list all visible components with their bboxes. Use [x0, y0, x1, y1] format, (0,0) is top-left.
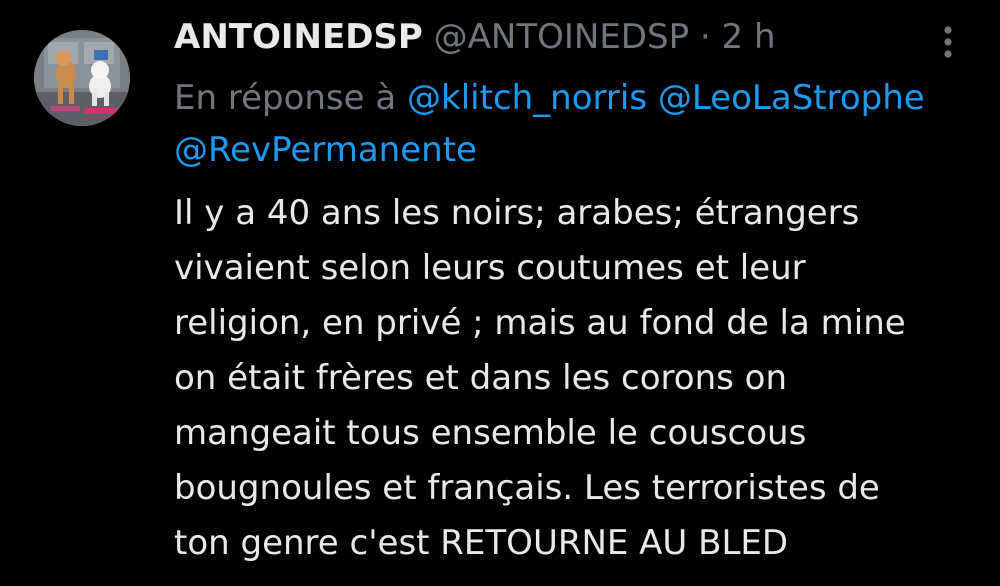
- tweet-text-line: religion, en privé ; mais au fond de la …: [174, 303, 906, 343]
- tweet-text-line: on était frères et dans les corons on: [174, 358, 787, 398]
- tweet-header: ANTOINEDSP @ANTOINEDSP · 2 h: [174, 14, 776, 60]
- tweet-text-line: mangeait tous ensemble le couscous: [174, 413, 807, 453]
- timestamp[interactable]: 2 h: [722, 17, 776, 57]
- reply-context-continued: @RevPermanente: [174, 124, 477, 176]
- tweet-text-line: bougnoules et français. Les terroristes …: [174, 468, 880, 508]
- avatar-photo: [34, 30, 130, 126]
- avatar[interactable]: [34, 30, 130, 126]
- tweet-body: Il y a 40 ans les noirs; arabes; étrange…: [174, 186, 984, 571]
- tweet-text-line: vivaient selon leurs coutumes et leur: [174, 248, 806, 288]
- mention-link[interactable]: @LeoLaStrophe: [658, 78, 925, 118]
- reply-prefix: En réponse à: [174, 78, 397, 118]
- reply-context: En réponse à @klitch_norris @LeoLaStroph…: [174, 72, 1000, 124]
- more-vertical-icon[interactable]: [930, 22, 966, 62]
- tweet-text-line: Il y a 40 ans les noirs; arabes; étrange…: [174, 193, 860, 233]
- display-name[interactable]: ANTOINEDSP: [174, 17, 423, 57]
- mention-link[interactable]: @klitch_norris: [407, 78, 647, 118]
- separator-dot: ·: [699, 17, 711, 57]
- tweet-text-line: ton genre c'est RETOURNE AU BLED: [174, 523, 789, 563]
- tweet: ANTOINEDSP @ANTOINEDSP · 2 h En réponse …: [0, 0, 1000, 586]
- mention-link[interactable]: @RevPermanente: [174, 130, 477, 170]
- user-handle[interactable]: @ANTOINEDSP: [434, 17, 689, 57]
